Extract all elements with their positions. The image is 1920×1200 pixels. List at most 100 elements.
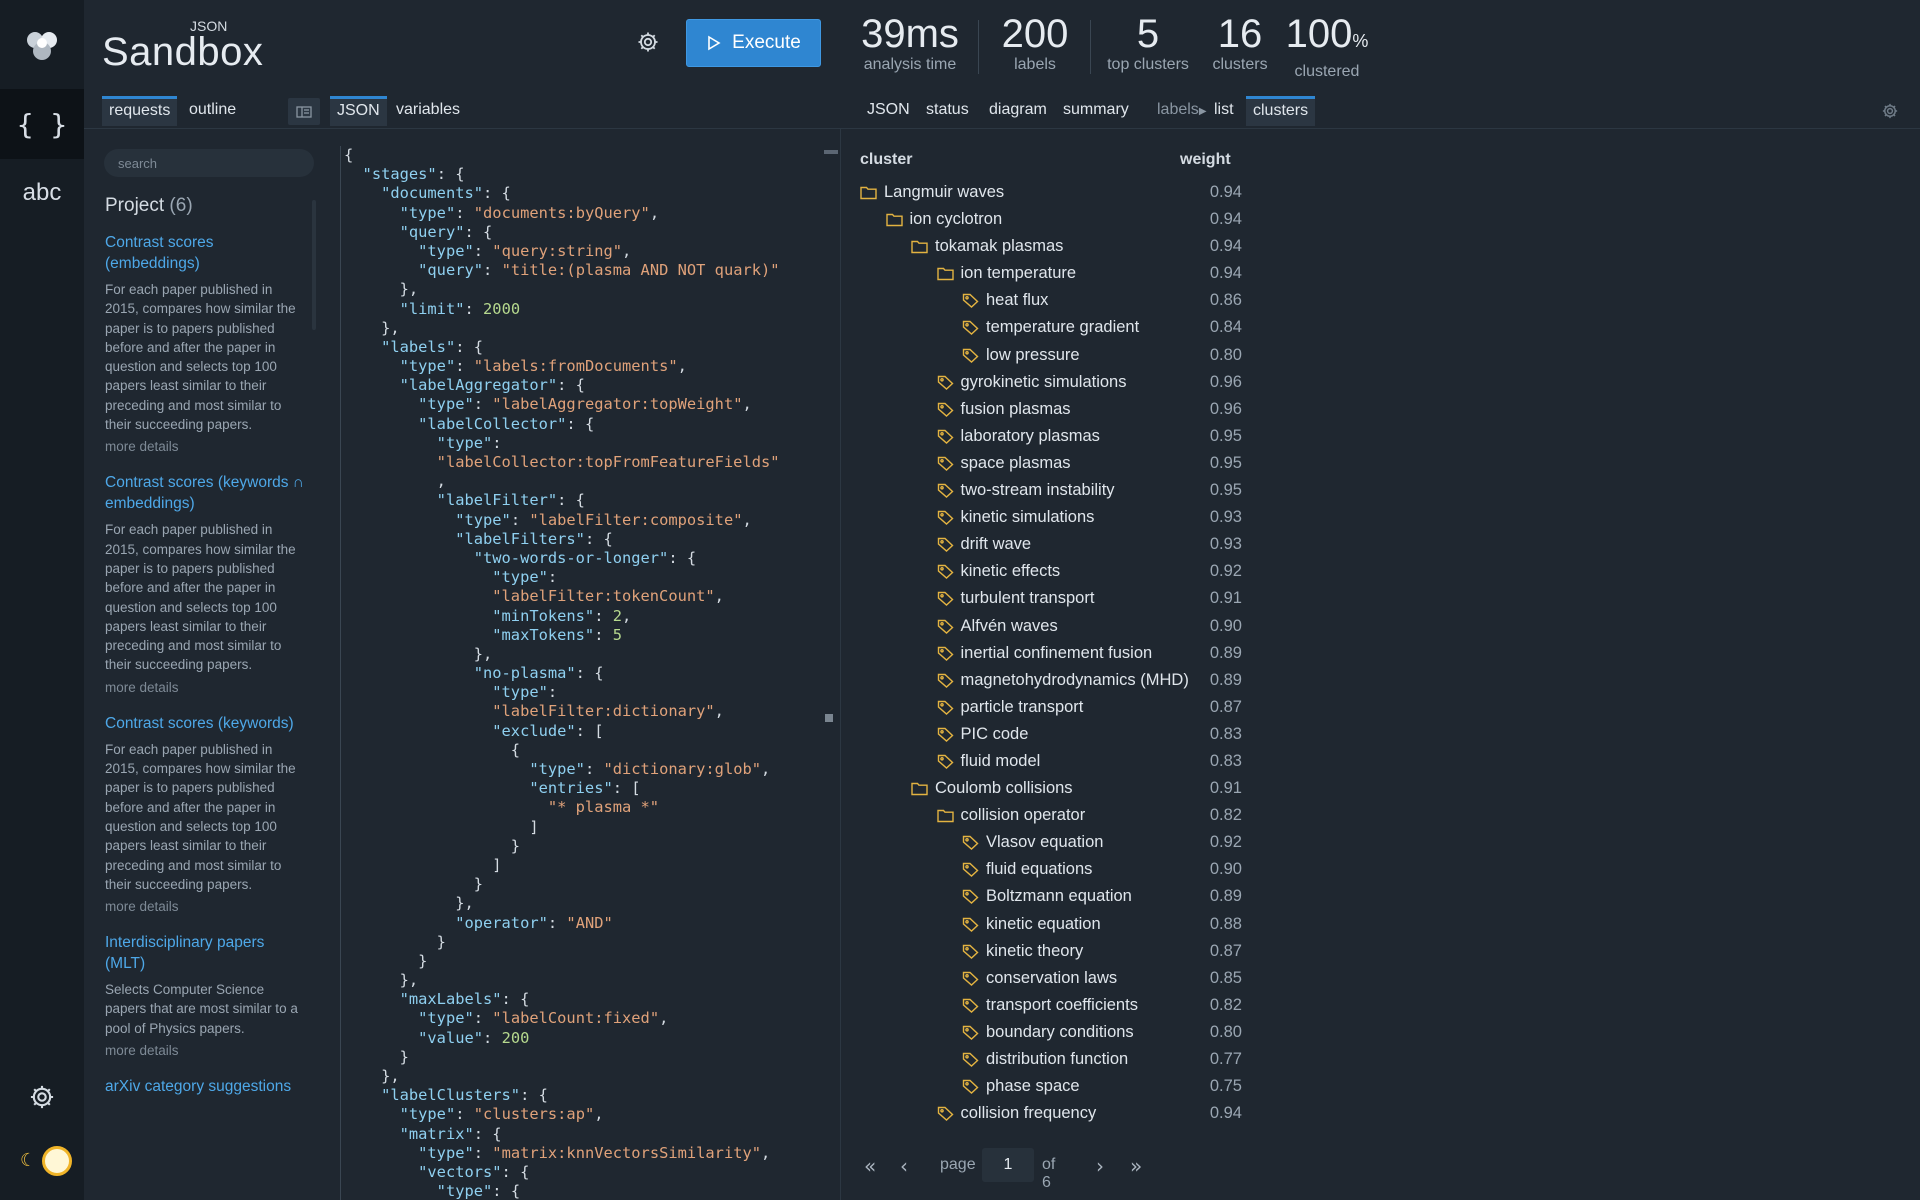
tree-row[interactable]: conservation laws 0.85: [858, 965, 1242, 992]
tree-row[interactable]: space plasmas 0.95: [858, 450, 1242, 477]
first-page-icon[interactable]: «: [864, 1154, 876, 1178]
previous-page-icon[interactable]: ‹: [900, 1154, 908, 1178]
tree-row[interactable]: particle transport 0.87: [858, 694, 1242, 721]
code-line[interactable]: "no-plasma": {: [344, 664, 832, 683]
tab-requests[interactable]: requests: [102, 96, 178, 126]
search-input[interactable]: [104, 149, 314, 177]
tree-row[interactable]: Alfvén waves 0.90: [858, 613, 1242, 640]
code-line[interactable]: "labelCollector:topFromFeatureFields": [344, 453, 832, 472]
code-line[interactable]: }: [344, 1048, 832, 1067]
text-nav-icon[interactable]: abc: [0, 158, 84, 228]
code-line[interactable]: },: [344, 971, 832, 990]
result-settings-gear-icon[interactable]: [1881, 102, 1899, 120]
code-line[interactable]: "value": 200: [344, 1029, 832, 1048]
code-line[interactable]: "minTokens": 2,: [344, 607, 832, 626]
editor-divider[interactable]: [840, 129, 841, 1200]
code-line[interactable]: "type":: [344, 434, 832, 453]
tree-row[interactable]: two-stream instability 0.95: [858, 477, 1242, 504]
more-details-link[interactable]: more details: [105, 897, 305, 916]
theme-toggle[interactable]: ☾: [0, 1130, 84, 1196]
tree-row[interactable]: kinetic effects 0.92: [858, 558, 1242, 585]
code-line[interactable]: "labelClusters": {: [344, 1086, 832, 1105]
code-line[interactable]: "type": "dictionary:glob",: [344, 760, 832, 779]
last-page-icon[interactable]: »: [1130, 1154, 1142, 1178]
tree-row[interactable]: laboratory plasmas 0.95: [858, 423, 1242, 450]
tree-row[interactable]: collision frequency 0.94: [858, 1100, 1242, 1127]
project-item[interactable]: Contrast scores (keywords) For each paper…: [105, 713, 305, 916]
code-line[interactable]: "labelFilter": {: [344, 491, 832, 510]
code-line[interactable]: "matrix": {: [344, 1125, 832, 1144]
tree-row[interactable]: distribution function 0.77: [858, 1046, 1242, 1073]
tree-row[interactable]: ion cyclotron 0.94: [858, 206, 1242, 233]
code-line[interactable]: "type": {: [344, 1182, 832, 1200]
code-line[interactable]: "maxTokens": 5: [344, 626, 832, 645]
tree-row[interactable]: low pressure 0.80: [858, 342, 1242, 369]
page-number-input[interactable]: [982, 1148, 1034, 1182]
tree-row[interactable]: transport coefficients 0.82: [858, 992, 1242, 1019]
code-line[interactable]: "type": "labelFilter:composite",: [344, 511, 832, 530]
code-line[interactable]: "type": "clusters:ap",: [344, 1105, 832, 1124]
code-line[interactable]: }: [344, 933, 832, 952]
tree-row[interactable]: phase space 0.75: [858, 1073, 1242, 1100]
tree-row[interactable]: temperature gradient 0.84: [858, 314, 1242, 341]
code-line[interactable]: "type": "matrix:knnVectorsSimilarity",: [344, 1144, 832, 1163]
code-line[interactable]: }: [344, 837, 832, 856]
code-line[interactable]: "query": {: [344, 223, 832, 242]
code-line[interactable]: "vectors": {: [344, 1163, 832, 1182]
code-line[interactable]: "stages": {: [344, 165, 832, 184]
tree-row[interactable]: ion temperature 0.94: [858, 260, 1242, 287]
json-code[interactable]: { "stages": { "documents": { "type": "do…: [341, 146, 832, 1200]
code-line[interactable]: ]: [344, 818, 832, 837]
code-line[interactable]: "documents": {: [344, 184, 832, 203]
code-line[interactable]: "labelFilter:dictionary",: [344, 702, 832, 721]
code-line[interactable]: "* plasma *": [344, 798, 832, 817]
code-line[interactable]: }: [344, 952, 832, 971]
tree-row[interactable]: fluid equations 0.90: [858, 856, 1242, 883]
project-item-title[interactable]: Contrast scores (keywords): [105, 713, 305, 734]
code-line[interactable]: {: [344, 146, 832, 165]
tab-list[interactable]: list: [1207, 96, 1241, 126]
code-line[interactable]: "labelFilters": {: [344, 530, 832, 549]
editor-scroll-marker[interactable]: [825, 714, 833, 722]
project-item[interactable]: arXiv category suggestions: [105, 1076, 305, 1097]
next-page-icon[interactable]: ›: [1096, 1154, 1104, 1178]
more-details-link[interactable]: more details: [105, 678, 305, 697]
code-line[interactable]: "type": "labelCount:fixed",: [344, 1009, 832, 1028]
tree-row[interactable]: turbulent transport 0.91: [858, 585, 1242, 612]
tree-row[interactable]: kinetic theory 0.87: [858, 938, 1242, 965]
code-line[interactable]: ,: [344, 472, 832, 491]
code-line[interactable]: "query": "title:(plasma AND NOT quark)": [344, 261, 832, 280]
code-line[interactable]: },: [344, 894, 832, 913]
project-item[interactable]: Contrast scores (keywords ∩ embeddings) F…: [105, 472, 305, 696]
tab-outline[interactable]: outline: [182, 96, 243, 126]
column-header-weight[interactable]: weight: [1180, 151, 1231, 169]
tree-row[interactable]: PIC code 0.83: [858, 721, 1242, 748]
column-header-cluster[interactable]: cluster: [860, 151, 912, 169]
tree-row[interactable]: heat flux 0.86: [858, 287, 1242, 314]
tab-clusters[interactable]: clusters: [1246, 96, 1316, 126]
tree-row[interactable]: inertial confinement fusion 0.89: [858, 640, 1242, 667]
code-line[interactable]: },: [344, 645, 832, 664]
tree-row[interactable]: gyrokinetic simulations 0.96: [858, 369, 1242, 396]
code-line[interactable]: "type": "query:string",: [344, 242, 832, 261]
code-line[interactable]: }: [344, 875, 832, 894]
code-line[interactable]: "maxLabels": {: [344, 990, 832, 1009]
tab-variables[interactable]: variables: [389, 96, 467, 126]
tree-row[interactable]: kinetic equation 0.88: [858, 911, 1242, 938]
code-line[interactable]: "entries": [: [344, 779, 832, 798]
tab-status[interactable]: status: [919, 96, 976, 126]
tree-row[interactable]: kinetic simulations 0.93: [858, 504, 1242, 531]
code-line[interactable]: "labels": {: [344, 338, 832, 357]
tree-row[interactable]: Boltzmann equation 0.89: [858, 883, 1242, 910]
tree-row[interactable]: collision operator 0.82: [858, 802, 1242, 829]
code-line[interactable]: "operator": "AND": [344, 914, 832, 933]
settings-gear-icon[interactable]: [0, 1062, 84, 1132]
project-item-title[interactable]: arXiv category suggestions: [105, 1076, 305, 1097]
code-line[interactable]: "type":: [344, 568, 832, 587]
code-line[interactable]: "two-words-or-longer": {: [344, 549, 832, 568]
project-item[interactable]: Interdisciplinary papers (MLT) Selects Co…: [105, 932, 305, 1060]
code-line[interactable]: "labelFilter:tokenCount",: [344, 587, 832, 606]
project-item-title[interactable]: Contrast scores (embeddings): [105, 232, 305, 274]
tab-diagram[interactable]: diagram: [982, 96, 1054, 126]
tab-result-json[interactable]: JSON: [860, 96, 917, 126]
